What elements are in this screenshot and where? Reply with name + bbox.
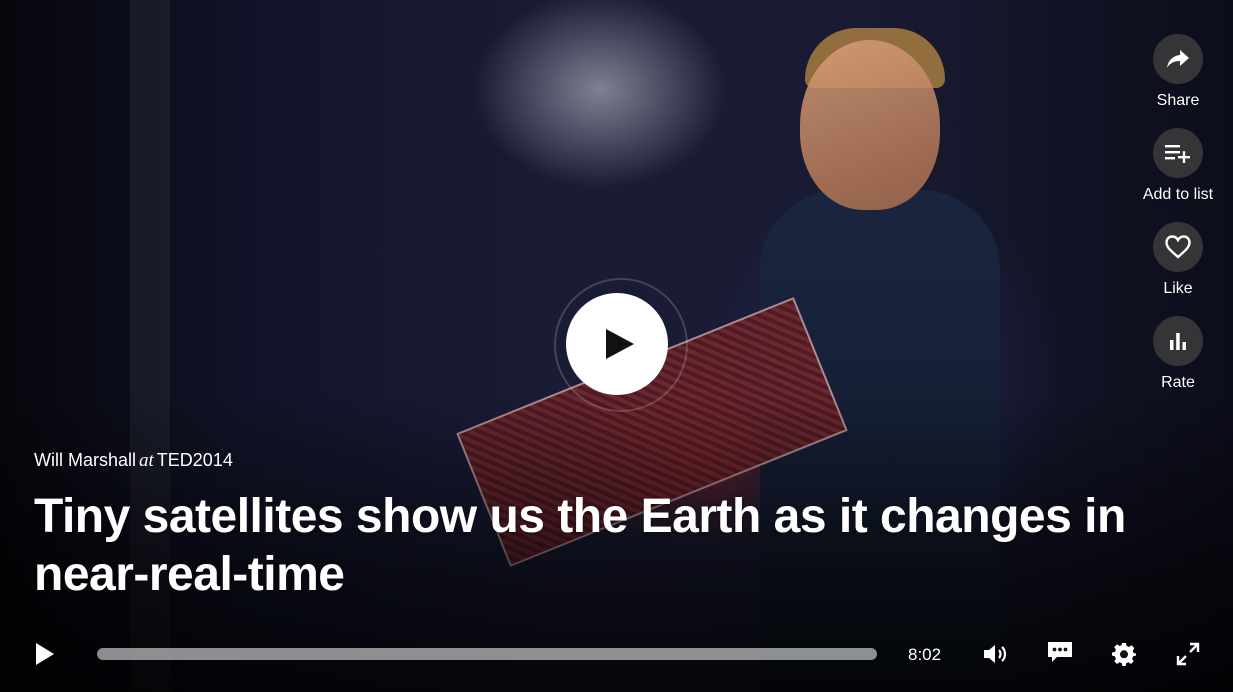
duration-label: 8:02 xyxy=(908,645,942,664)
talk-title: Tiny satellites show us the Earth as it … xyxy=(34,490,1126,601)
playlist-add-icon xyxy=(1153,128,1203,178)
share-label: Share xyxy=(1156,92,1200,109)
heart-icon xyxy=(1153,222,1203,272)
talk-byline: Will Marshall at TED2014 xyxy=(34,450,233,472)
settings-button[interactable] xyxy=(1110,640,1138,668)
add-to-list-button[interactable]: Add to list xyxy=(1123,128,1233,204)
captions-button[interactable] xyxy=(1045,638,1075,666)
center-play-button[interactable] xyxy=(566,293,668,395)
progress-bar[interactable] xyxy=(97,648,877,660)
volume-icon xyxy=(984,645,1007,663)
action-column: Share Add to list Like Rate xyxy=(1123,34,1233,410)
event-name[interactable]: TED2014 xyxy=(157,450,233,470)
add-to-list-label: Add to list xyxy=(1142,186,1214,203)
fullscreen-button[interactable] xyxy=(1174,640,1202,668)
control-bar: 8:02 xyxy=(0,630,1233,678)
speaker-name[interactable]: Will Marshall xyxy=(34,450,136,470)
share-icon xyxy=(1153,34,1203,84)
share-button[interactable]: Share xyxy=(1123,34,1233,110)
rate-button[interactable]: Rate xyxy=(1123,316,1233,392)
play-icon xyxy=(606,329,634,359)
rate-label: Rate xyxy=(1161,374,1195,391)
bar-chart-icon xyxy=(1153,316,1203,366)
fullscreen-icon xyxy=(1176,642,1200,666)
volume-button[interactable] xyxy=(982,640,1010,668)
like-button[interactable]: Like xyxy=(1123,222,1233,298)
captions-icon xyxy=(1048,642,1072,662)
play-small-icon xyxy=(36,643,54,665)
gear-icon xyxy=(1112,643,1136,666)
video-player[interactable]: Share Add to list Like Rate Will Marshal… xyxy=(0,0,1233,692)
play-button[interactable] xyxy=(30,640,60,668)
like-label: Like xyxy=(1163,280,1193,297)
at-word: at xyxy=(139,450,154,471)
speaker-figure-head xyxy=(800,40,940,210)
